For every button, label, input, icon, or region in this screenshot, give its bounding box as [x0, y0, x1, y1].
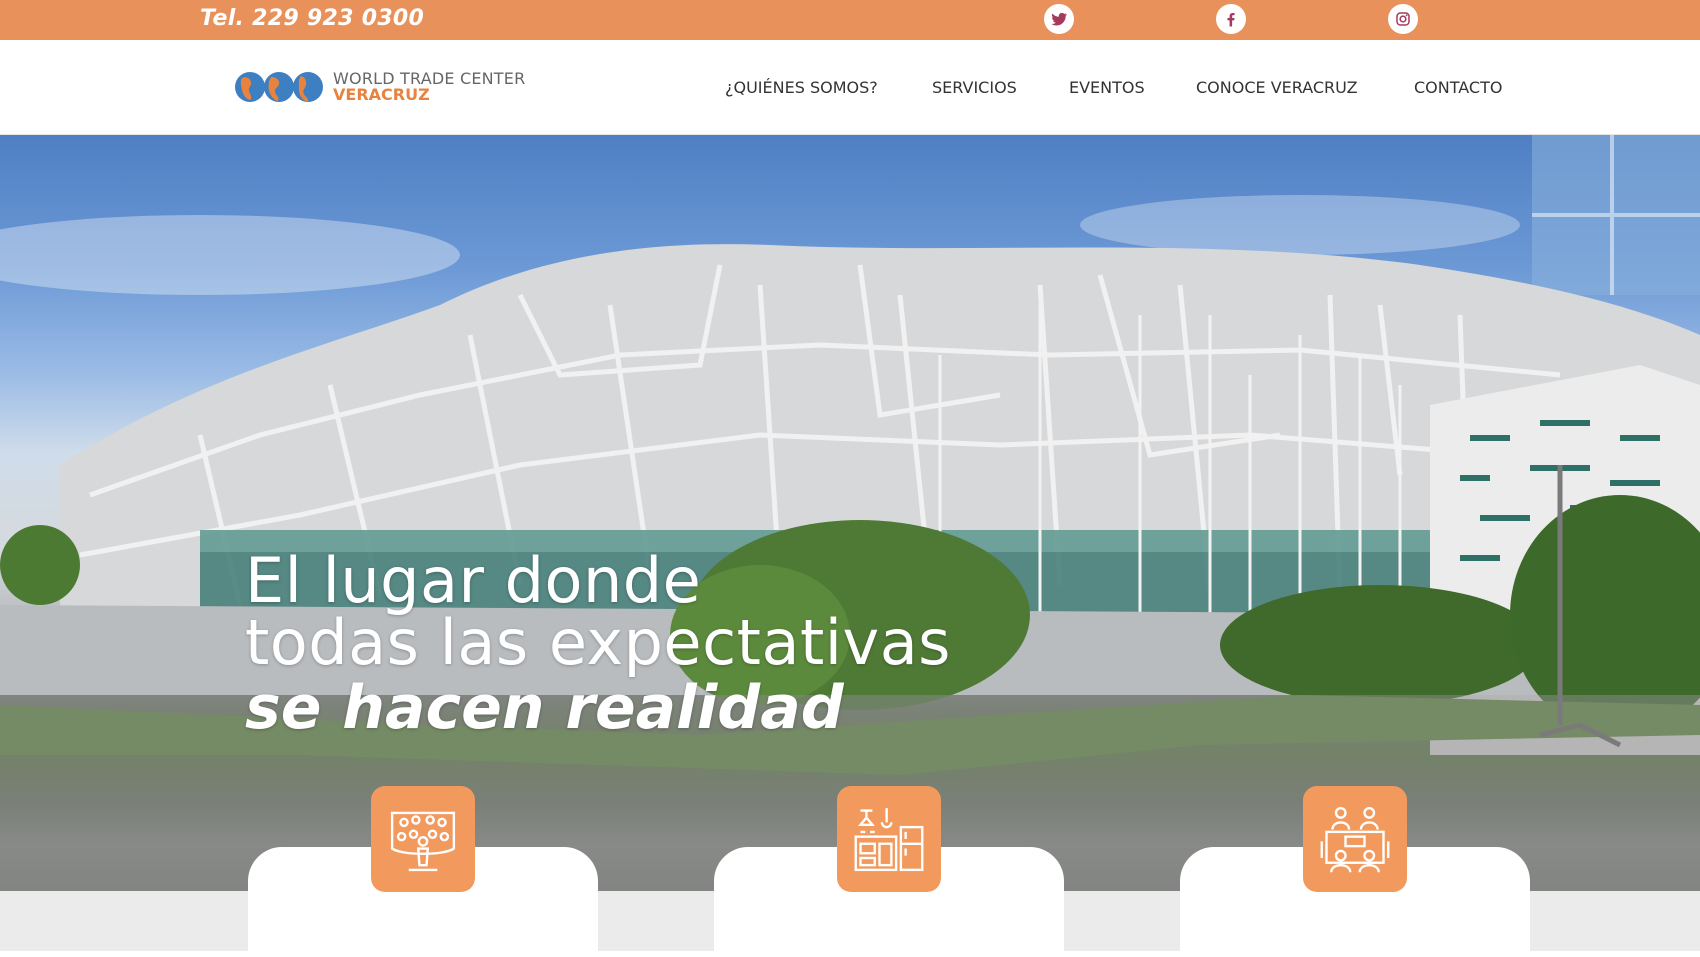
nav-conoce-veracruz[interactable]: CONOCE VERACRUZ	[1196, 78, 1358, 97]
convention-center-image	[0, 135, 1700, 891]
hero-line-1: El lugar donde	[245, 544, 702, 617]
hero-headline: El lugar donde todas las expectativas se…	[245, 544, 951, 743]
phone-number[interactable]: Tel. 229 923 0300	[200, 6, 424, 31]
hero-banner: El lugar donde todas las expectativas se…	[0, 135, 1700, 891]
twitter-icon[interactable]	[1044, 4, 1074, 34]
hero-line-3: se hacen realidad	[245, 673, 844, 743]
kitchen-icon[interactable]	[837, 786, 941, 892]
main-header: WORLD TRADE CENTER VERACRUZ ¿QUIÉNES SOM…	[0, 40, 1700, 135]
hero-line-2: todas las expectativas	[245, 606, 951, 679]
nav-contacto[interactable]: CONTACTO	[1414, 78, 1502, 97]
nav-servicios[interactable]: SERVICIOS	[932, 78, 1017, 97]
auditorium-icon[interactable]	[371, 786, 475, 892]
meeting-icon[interactable]	[1303, 786, 1407, 892]
top-bar: Tel. 229 923 0300	[0, 0, 1700, 40]
wtc-logo[interactable]: WORLD TRADE CENTER VERACRUZ	[233, 64, 525, 110]
brand-city: VERACRUZ	[333, 85, 430, 104]
nav-quienes-somos[interactable]: ¿QUIÉNES SOMOS?	[725, 78, 878, 97]
globe-logo-icon	[233, 64, 325, 110]
facebook-icon[interactable]	[1216, 4, 1246, 34]
instagram-icon[interactable]	[1388, 4, 1418, 34]
nav-eventos[interactable]: EVENTOS	[1069, 78, 1145, 97]
